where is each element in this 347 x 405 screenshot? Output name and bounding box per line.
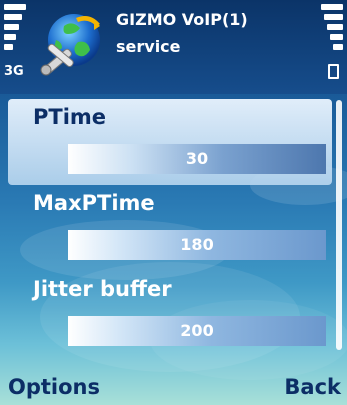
signal-strength-icon bbox=[4, 4, 26, 54]
phone-screen: 3G GIZMO VoIP(1) service PTime 30 MaxPTi… bbox=[0, 0, 347, 405]
value-field[interactable]: 200 bbox=[68, 316, 326, 346]
value-text: 30 bbox=[185, 149, 209, 168]
back-softkey[interactable]: Back bbox=[284, 375, 341, 399]
app-subtitle: service bbox=[116, 37, 181, 56]
value-field[interactable]: 30 bbox=[68, 144, 326, 174]
network-type-label: 3G bbox=[4, 64, 24, 79]
value-text: 180 bbox=[180, 235, 214, 254]
setting-item-jitter-buffer[interactable]: Jitter buffer 200 bbox=[8, 271, 332, 357]
battery-icon bbox=[328, 64, 339, 79]
setting-label: MaxPTime bbox=[33, 191, 155, 215]
battery-level-icon bbox=[321, 4, 343, 54]
setting-label: PTime bbox=[33, 105, 107, 129]
value-text: 200 bbox=[180, 321, 214, 340]
setting-item-ptime[interactable]: PTime 30 bbox=[8, 99, 332, 185]
scrollbar[interactable] bbox=[336, 100, 342, 350]
options-softkey[interactable]: Options bbox=[8, 375, 100, 399]
status-header: 3G GIZMO VoIP(1) service bbox=[0, 0, 347, 94]
setting-item-maxptime[interactable]: MaxPTime 180 bbox=[8, 185, 332, 271]
app-title: GIZMO VoIP(1) bbox=[116, 10, 248, 29]
setting-label: Jitter buffer bbox=[33, 277, 172, 301]
globe-tools-icon bbox=[40, 14, 100, 76]
value-field[interactable]: 180 bbox=[68, 230, 326, 260]
